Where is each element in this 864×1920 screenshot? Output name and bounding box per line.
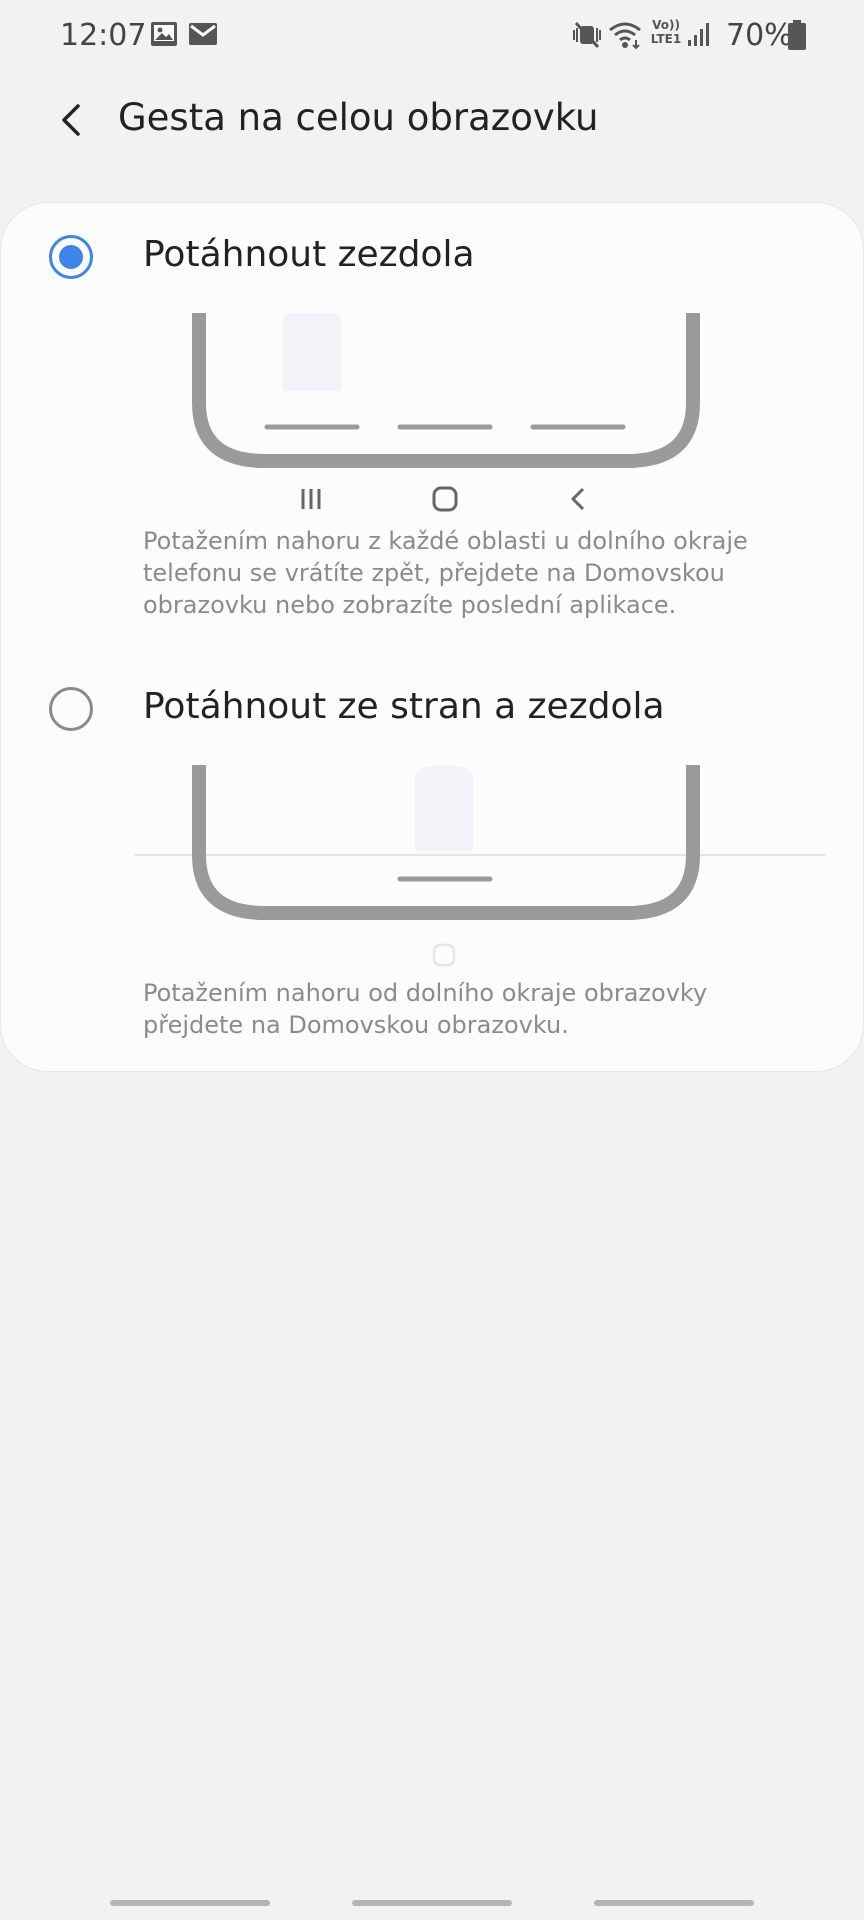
gesture-hint-home[interactable] — [352, 1900, 512, 1906]
recents-icon — [301, 489, 321, 509]
volte-bottom-label: LTE1 — [650, 32, 682, 46]
battery-percent: 70% — [726, 18, 793, 53]
signal-icon — [688, 23, 709, 46]
volte-top-label: Vo)) — [652, 18, 680, 32]
option-label: Potáhnout zezdola — [143, 234, 475, 275]
option-description: Potažením nahoru od dolního okraje obraz… — [143, 979, 708, 1039]
status-bar: 12:07 Vo)) LTE1 70% — [0, 0, 864, 70]
battery-icon — [788, 20, 806, 50]
chevron-left-icon — [62, 104, 80, 136]
radio-swipe-from-bottom[interactable] — [49, 235, 93, 279]
option-label: Potáhnout ze stran a zezdola — [143, 686, 665, 727]
phone-bottom-illustration — [192, 313, 700, 468]
wifi-icon — [609, 22, 641, 50]
image-icon — [151, 22, 177, 46]
home-icon — [432, 486, 458, 512]
volte-icon: Vo)) LTE1 — [650, 18, 682, 46]
back-nav-icon — [571, 487, 585, 511]
status-time: 12:07 — [60, 18, 147, 53]
radio-swipe-from-sides-and-bottom[interactable] — [49, 687, 93, 731]
phone-bottom-illustration — [192, 765, 700, 920]
option-description: Potažením nahoru z každé oblasti u dolní… — [143, 527, 748, 619]
gesture-hint-recents[interactable] — [110, 1900, 270, 1906]
options-card: Potáhnout zezdola Potažením nahoru z kaž… — [0, 202, 864, 1072]
page-title: Gesta na celou obrazovku — [118, 96, 599, 139]
back-button[interactable] — [44, 92, 100, 148]
app-bar: Gesta na celou obrazovku — [0, 80, 864, 160]
home-icon — [432, 943, 456, 967]
mute-icon — [573, 21, 601, 49]
mail-icon — [189, 23, 217, 45]
gesture-hint-back[interactable] — [594, 1900, 754, 1906]
